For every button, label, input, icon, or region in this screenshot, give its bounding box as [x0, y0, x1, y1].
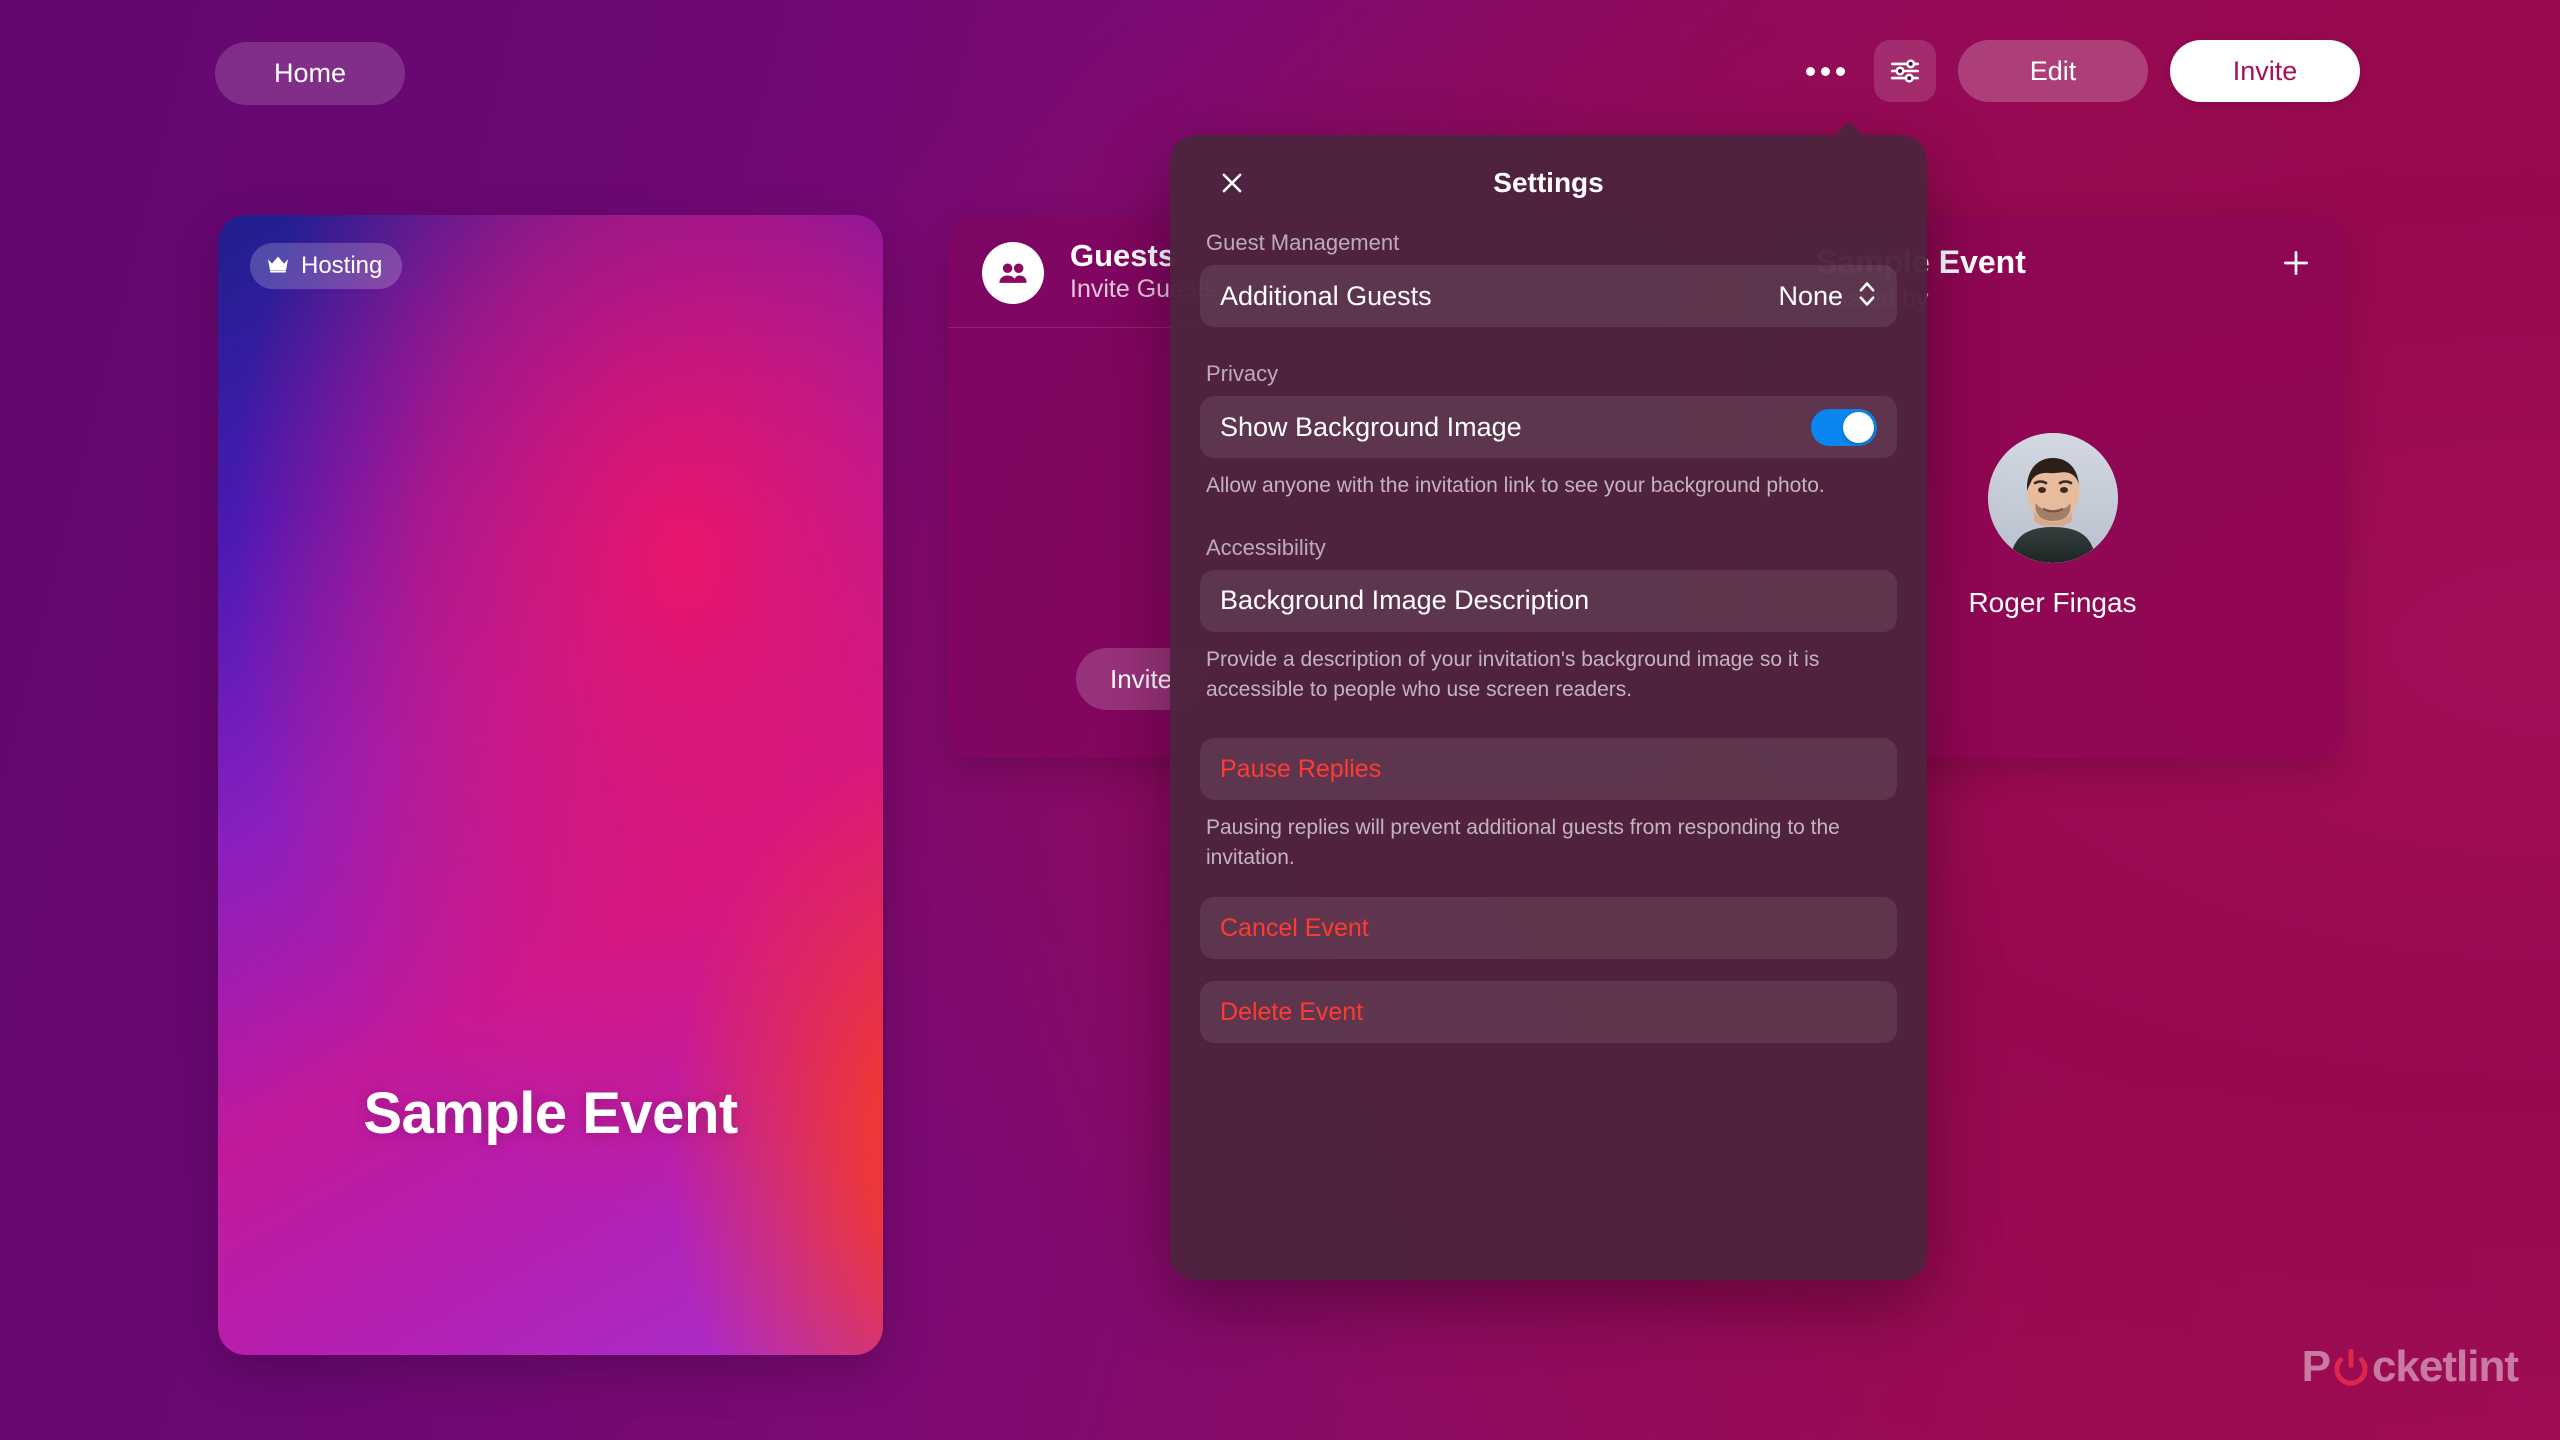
watermark-text-after: cketlint	[2371, 1342, 2519, 1391]
guests-invite-label: Invite	[1110, 663, 1173, 694]
host-name: Roger Fingas	[1968, 587, 2137, 618]
cancel-event-label: Cancel Event	[1220, 913, 1369, 942]
settings-panel-title: Settings	[1493, 166, 1604, 198]
settings-panel-header: Settings	[1200, 135, 1897, 230]
event-preview-card[interactable]: Hosting Sample Event	[218, 215, 883, 1355]
pause-replies-label: Pause Replies	[1220, 754, 1382, 783]
power-icon	[2331, 1347, 2371, 1387]
additional-guests-value: None	[1778, 280, 1843, 311]
delete-event-label: Delete Event	[1220, 997, 1364, 1026]
section-label-privacy: Privacy	[1206, 361, 1279, 386]
additional-guests-row[interactable]: Additional Guests None	[1200, 265, 1897, 327]
hosting-badge: Hosting	[250, 243, 403, 289]
background-image-description-row[interactable]: Background Image Description	[1200, 569, 1897, 632]
top-bar: Home Edit Invite	[0, 0, 2560, 150]
pocketlint-watermark: P cketlint	[2301, 1342, 2519, 1392]
close-icon[interactable]	[1209, 160, 1255, 206]
pause-replies-helper-text: Pausing replies will prevent additional …	[1206, 816, 1840, 870]
home-button[interactable]: Home	[215, 42, 405, 105]
top-bar-actions: Edit Invite	[1798, 40, 2360, 102]
show-background-image-toggle[interactable]	[1811, 408, 1877, 446]
additional-guests-control[interactable]: None	[1778, 278, 1877, 315]
additional-guests-label: Additional Guests	[1220, 280, 1432, 311]
background-image-description-label: Background Image Description	[1220, 585, 1590, 616]
invite-button[interactable]: Invite	[2170, 40, 2360, 102]
edit-button-label: Edit	[2029, 55, 2077, 86]
section-label-accessibility: Accessibility	[1206, 534, 1326, 560]
watermark-text-before: P	[2301, 1342, 2331, 1391]
show-background-image-row[interactable]: Show Background Image	[1200, 396, 1897, 458]
edit-button[interactable]: Edit	[1958, 40, 2148, 102]
people-icon	[982, 241, 1044, 304]
settings-panel: Settings Guest Management Additional Gue…	[1170, 122, 1927, 1280]
panel-pointer	[1834, 122, 1864, 136]
avatar	[1987, 433, 2118, 563]
privacy-helper-text: Allow anyone with the invitation link to…	[1206, 474, 1825, 497]
hosting-badge-label: Hosting	[301, 252, 383, 279]
invite-button-label: Invite	[2232, 55, 2298, 86]
cancel-event-button[interactable]: Cancel Event	[1200, 897, 1897, 960]
delete-event-button[interactable]: Delete Event	[1200, 981, 1897, 1044]
event-title: Sample Event	[363, 1081, 738, 1146]
home-button-label: Home	[273, 58, 347, 88]
section-label-guest-management: Guest Management	[1206, 230, 1400, 255]
chevron-up-down-icon[interactable]	[1857, 278, 1877, 315]
sliders-icon[interactable]	[1874, 40, 1936, 102]
pause-replies-button[interactable]: Pause Replies	[1200, 738, 1897, 801]
ellipsis-icon[interactable]	[1798, 44, 1852, 98]
show-background-image-label: Show Background Image	[1220, 411, 1522, 442]
plus-icon[interactable]	[2273, 240, 2319, 286]
crown-icon	[266, 252, 290, 280]
accessibility-helper-text: Provide a description of your invitation…	[1206, 647, 1820, 701]
